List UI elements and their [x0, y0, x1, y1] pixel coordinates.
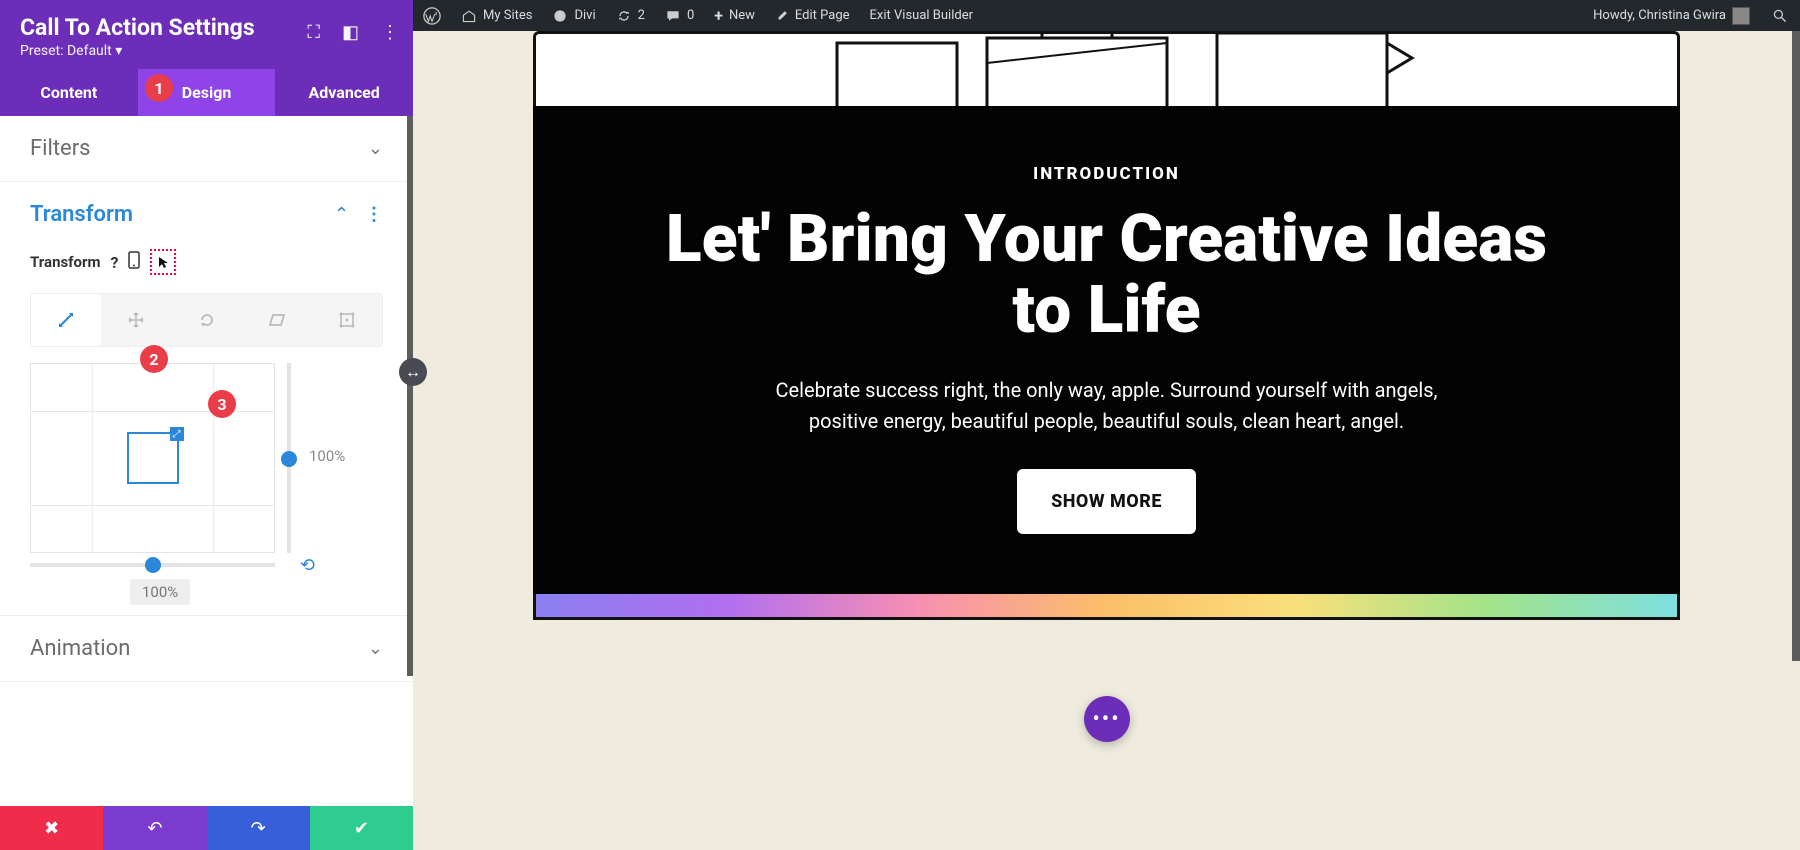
transform-rotate-tab[interactable] [171, 294, 241, 346]
exit-visual-builder-link[interactable]: Exit Visual Builder [860, 0, 983, 31]
vertical-scale-value: 100% [309, 447, 345, 465]
section-head-transform[interactable]: Transform ⌃ ⋮ [30, 202, 383, 227]
section-transform: Transform ⌃ ⋮ Transform ? [0, 182, 413, 616]
transform-skew-tab[interactable] [242, 294, 312, 346]
new-link[interactable]: + New [704, 0, 765, 31]
phone-icon[interactable] [128, 251, 140, 273]
horizontal-slider-thumb[interactable] [145, 557, 161, 573]
chevron-down-icon: ⌄ [368, 138, 383, 159]
cancel-button[interactable]: ✖ [0, 806, 103, 850]
section-title-transform: Transform [30, 202, 133, 227]
scale-grid[interactable]: ⤢ [30, 363, 275, 553]
updates-count: 2 [638, 8, 645, 23]
undo-button[interactable]: ↶ [103, 806, 206, 850]
comments-link[interactable]: 0 [655, 0, 704, 31]
hero-illustration [533, 31, 1680, 106]
transform-scale-tab[interactable] [31, 294, 101, 346]
tab-advanced[interactable]: Advanced [275, 69, 413, 116]
vertical-scale-slider[interactable]: 100% [281, 363, 329, 553]
chevron-down-icon: ⌄ [368, 638, 383, 659]
transform-translate-tab[interactable] [101, 294, 171, 346]
horizontal-scale-value: 100% [130, 579, 190, 605]
section-animation[interactable]: Animation ⌄ [0, 616, 413, 682]
redo-button[interactable]: ↷ [207, 806, 310, 850]
preset-selector[interactable]: Preset: Default ▾ [20, 43, 393, 59]
tab-content[interactable]: Content [0, 69, 138, 116]
wp-logo-icon[interactable] [413, 0, 451, 31]
site-label: Divi [574, 8, 595, 23]
section-title-animation: Animation [30, 636, 130, 661]
edit-page-label: Edit Page [795, 8, 850, 23]
transform-origin-tab[interactable] [312, 294, 382, 346]
builder-fab[interactable]: ••• [1084, 696, 1130, 742]
scale-handle-box[interactable]: ⤢ [127, 432, 179, 484]
edit-page-link[interactable]: Edit Page [765, 0, 860, 31]
sidebar-header: Call To Action Settings Preset: Default … [0, 0, 413, 69]
page-canvas: INTRODUCTION Let' Bring Your Creative Id… [413, 31, 1800, 620]
settings-tabs: Content Design Advanced [0, 69, 413, 116]
settings-panel: Filters ⌄ 2 3 Transform ⌃ ⋮ Transform ? [0, 116, 413, 806]
comments-count: 0 [687, 8, 694, 23]
sidebar-action-bar: ✖ ↶ ↷ ✔ [0, 806, 413, 850]
transform-preview: ⤢ 100% [30, 363, 383, 553]
cta-body: Celebrate success right, the only way, a… [767, 375, 1447, 437]
horizontal-scale-slider[interactable]: ⟲ 100% [30, 559, 275, 595]
transform-type-tabs [30, 293, 383, 347]
annotation-badge-3: 3 [208, 390, 236, 418]
wp-admin-bar: My Sites Divi 2 0 + New Edit Page Exit V… [413, 0, 1800, 31]
site-link[interactable]: Divi [542, 0, 605, 31]
section-more-icon[interactable]: ⋮ [365, 204, 383, 225]
avatar [1732, 7, 1750, 25]
section-title-filters: Filters [30, 136, 91, 161]
main-scrollbar[interactable] [1792, 31, 1800, 850]
main-scrollbar-thumb[interactable] [1792, 31, 1800, 661]
howdy-label: Howdy, Christina Gwira [1593, 8, 1726, 23]
gradient-divider [533, 594, 1680, 620]
save-button[interactable]: ✔ [310, 806, 413, 850]
help-icon[interactable]: ? [111, 253, 119, 272]
exit-vb-label: Exit Visual Builder [870, 8, 973, 23]
annotation-badge-2: 2 [140, 345, 168, 373]
updates-link[interactable]: 2 [606, 0, 655, 31]
transform-label: Transform [30, 253, 101, 271]
section-filters[interactable]: Filters ⌄ [0, 116, 413, 182]
main-canvas: My Sites Divi 2 0 + New Edit Page Exit V… [413, 0, 1800, 850]
howdy-user[interactable]: Howdy, Christina Gwira [1583, 0, 1760, 31]
vertical-slider-thumb[interactable] [281, 451, 297, 467]
cta-title: Let' Bring Your Creative Ideas to Life [633, 204, 1580, 347]
scale-corner-handle[interactable]: ⤢ [170, 427, 184, 441]
cta-button[interactable]: SHOW MORE [1017, 469, 1196, 534]
columns-icon[interactable]: ◧ [342, 22, 359, 43]
hover-state-icon[interactable] [150, 249, 176, 275]
more-icon[interactable]: ⋮ [381, 22, 399, 43]
new-label: New [729, 8, 755, 23]
settings-sidebar: Call To Action Settings Preset: Default … [0, 0, 413, 850]
cta-kicker: INTRODUCTION [633, 164, 1580, 184]
expand-icon[interactable]: ⛶ [307, 22, 320, 43]
my-sites-label: My Sites [483, 8, 532, 23]
my-sites-link[interactable]: My Sites [451, 0, 542, 31]
search-icon[interactable] [1760, 0, 1800, 31]
link-axes-icon[interactable]: ⟲ [300, 555, 315, 576]
cta-module[interactable]: INTRODUCTION Let' Bring Your Creative Id… [533, 106, 1680, 594]
annotation-badge-1: 1 [145, 74, 173, 102]
chevron-up-icon: ⌃ [334, 204, 349, 225]
sidebar-resize-handle[interactable]: ↔ [399, 358, 427, 386]
